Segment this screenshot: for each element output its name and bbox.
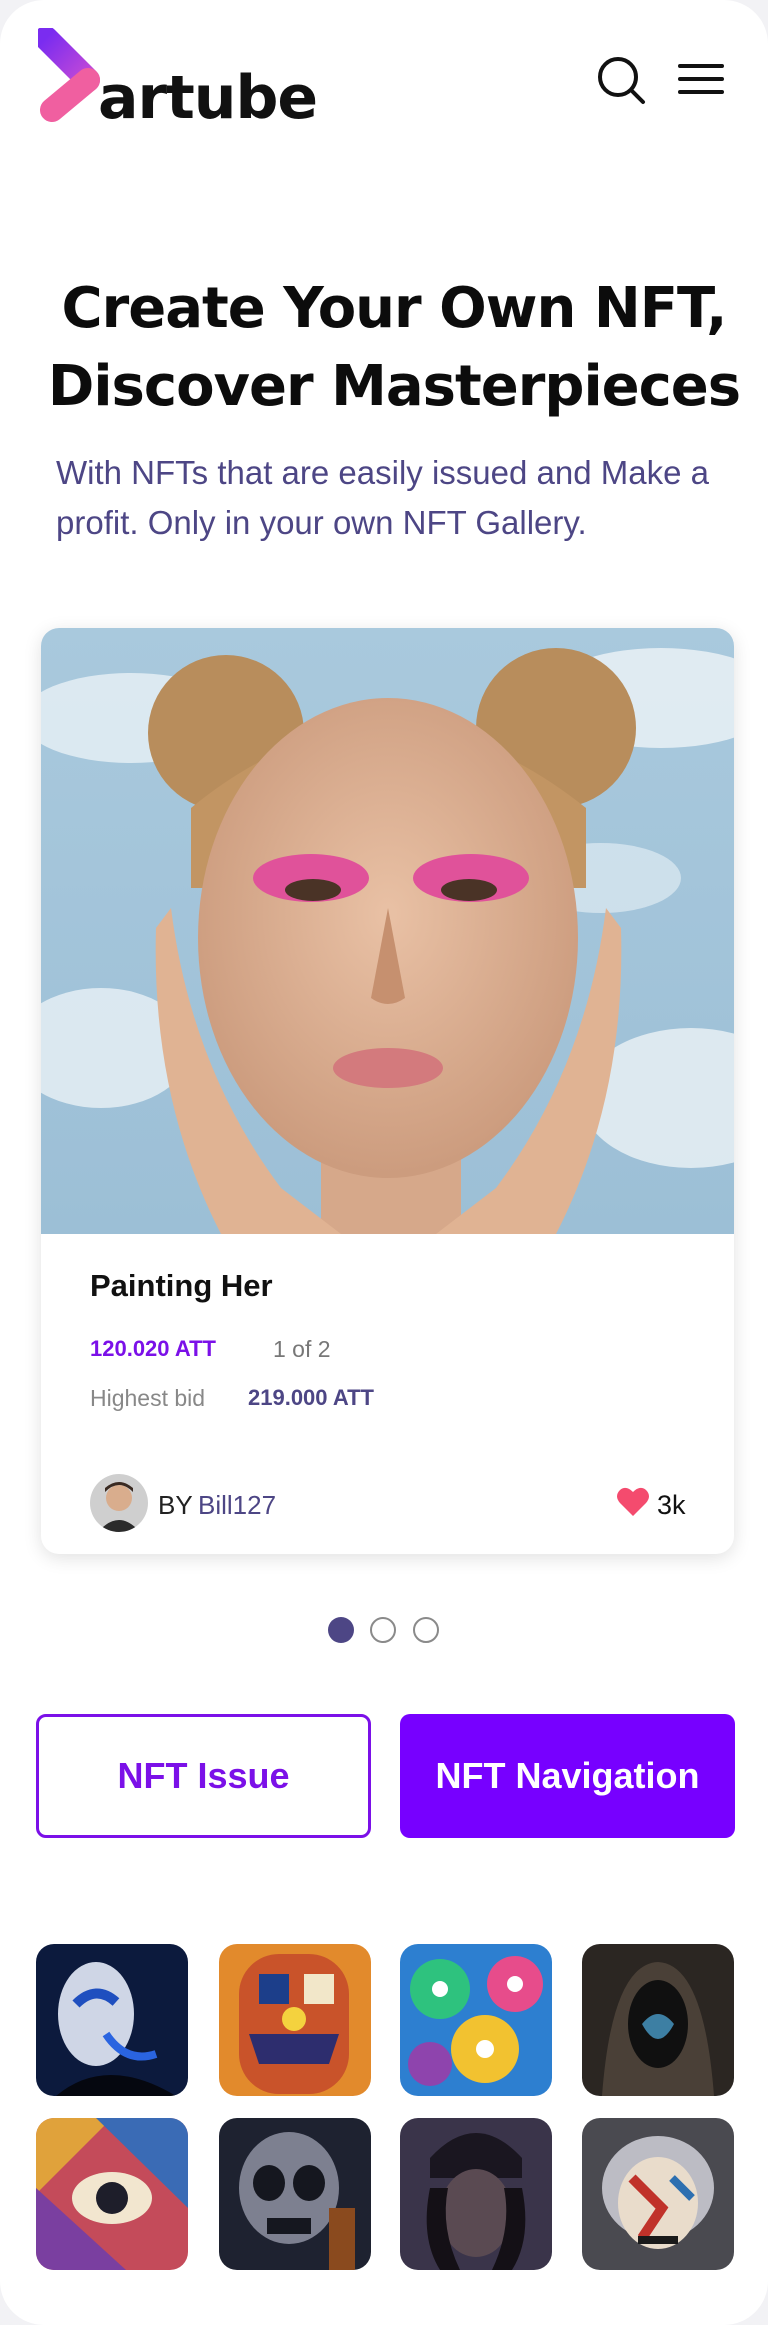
gallery-item-1[interactable] bbox=[36, 1944, 188, 2096]
author-name[interactable]: Bill127 bbox=[198, 1490, 276, 1521]
nft-navigation-button[interactable]: NFT Navigation bbox=[400, 1714, 735, 1838]
carousel-dot-1[interactable] bbox=[328, 1617, 354, 1643]
gallery-artwork-4 bbox=[582, 1944, 734, 2096]
hero-title-line-2: Discover Masterpieces bbox=[47, 354, 741, 419]
gallery-item-8[interactable] bbox=[582, 2118, 734, 2270]
gallery-artwork-1 bbox=[36, 1944, 188, 2096]
carousel-dot-2[interactable] bbox=[370, 1617, 396, 1643]
by-label: BY bbox=[158, 1490, 193, 1520]
gallery-item-3[interactable] bbox=[400, 1944, 552, 2096]
hero-title-line-1: Create Your Own NFT, bbox=[61, 276, 728, 341]
highest-bid-label: Highest bid bbox=[90, 1385, 206, 1411]
gallery-item-6[interactable] bbox=[219, 2118, 371, 2270]
gallery-artwork-7 bbox=[400, 2118, 552, 2270]
gallery-item-2[interactable] bbox=[219, 1944, 371, 2096]
gallery-artwork-3 bbox=[400, 1944, 552, 2096]
gallery-item-7[interactable] bbox=[400, 2118, 552, 2270]
carousel-dot-3[interactable] bbox=[413, 1617, 439, 1643]
gallery-item-4[interactable] bbox=[582, 1944, 734, 2096]
menu-icon bbox=[678, 64, 724, 94]
featured-nft-card[interactable]: Painting Her 120.020 ATT 1 of 2 Highest … bbox=[41, 628, 734, 1554]
search-button[interactable] bbox=[593, 52, 649, 108]
nft-price: 120.020 ATT bbox=[90, 1336, 216, 1361]
nft-title: Painting Her bbox=[90, 1268, 273, 1303]
nft-artwork-image bbox=[41, 628, 734, 1234]
nft-issue-button[interactable]: NFT Issue bbox=[36, 1714, 371, 1838]
brand-logo[interactable]: artube bbox=[38, 28, 338, 138]
hero-title: Create Your Own NFT, Discover Masterpiec… bbox=[0, 270, 768, 426]
gallery-artwork-8 bbox=[582, 2118, 734, 2270]
search-icon bbox=[598, 57, 645, 104]
author-avatar[interactable] bbox=[90, 1474, 148, 1532]
gallery-artwork-2 bbox=[219, 1944, 371, 2096]
highest-bid-value: 219.000 ATT bbox=[248, 1385, 374, 1410]
brand-name: artube bbox=[98, 63, 318, 133]
like-count: 3k bbox=[657, 1490, 686, 1520]
logo-mark-icon bbox=[38, 28, 100, 122]
gallery-artwork-5 bbox=[36, 2118, 188, 2270]
menu-button[interactable] bbox=[674, 52, 730, 108]
nft-edition: 1 of 2 bbox=[273, 1336, 331, 1362]
hero-subtitle: With NFTs that are easily issued and Mak… bbox=[56, 454, 709, 541]
heart-icon[interactable] bbox=[616, 1486, 650, 1518]
app-screen: artube Create Your Own NFT, Discover Mas… bbox=[0, 0, 768, 2325]
gallery-artwork-6 bbox=[219, 2118, 371, 2270]
avatar-image bbox=[90, 1474, 148, 1532]
gallery-item-5[interactable] bbox=[36, 2118, 188, 2270]
